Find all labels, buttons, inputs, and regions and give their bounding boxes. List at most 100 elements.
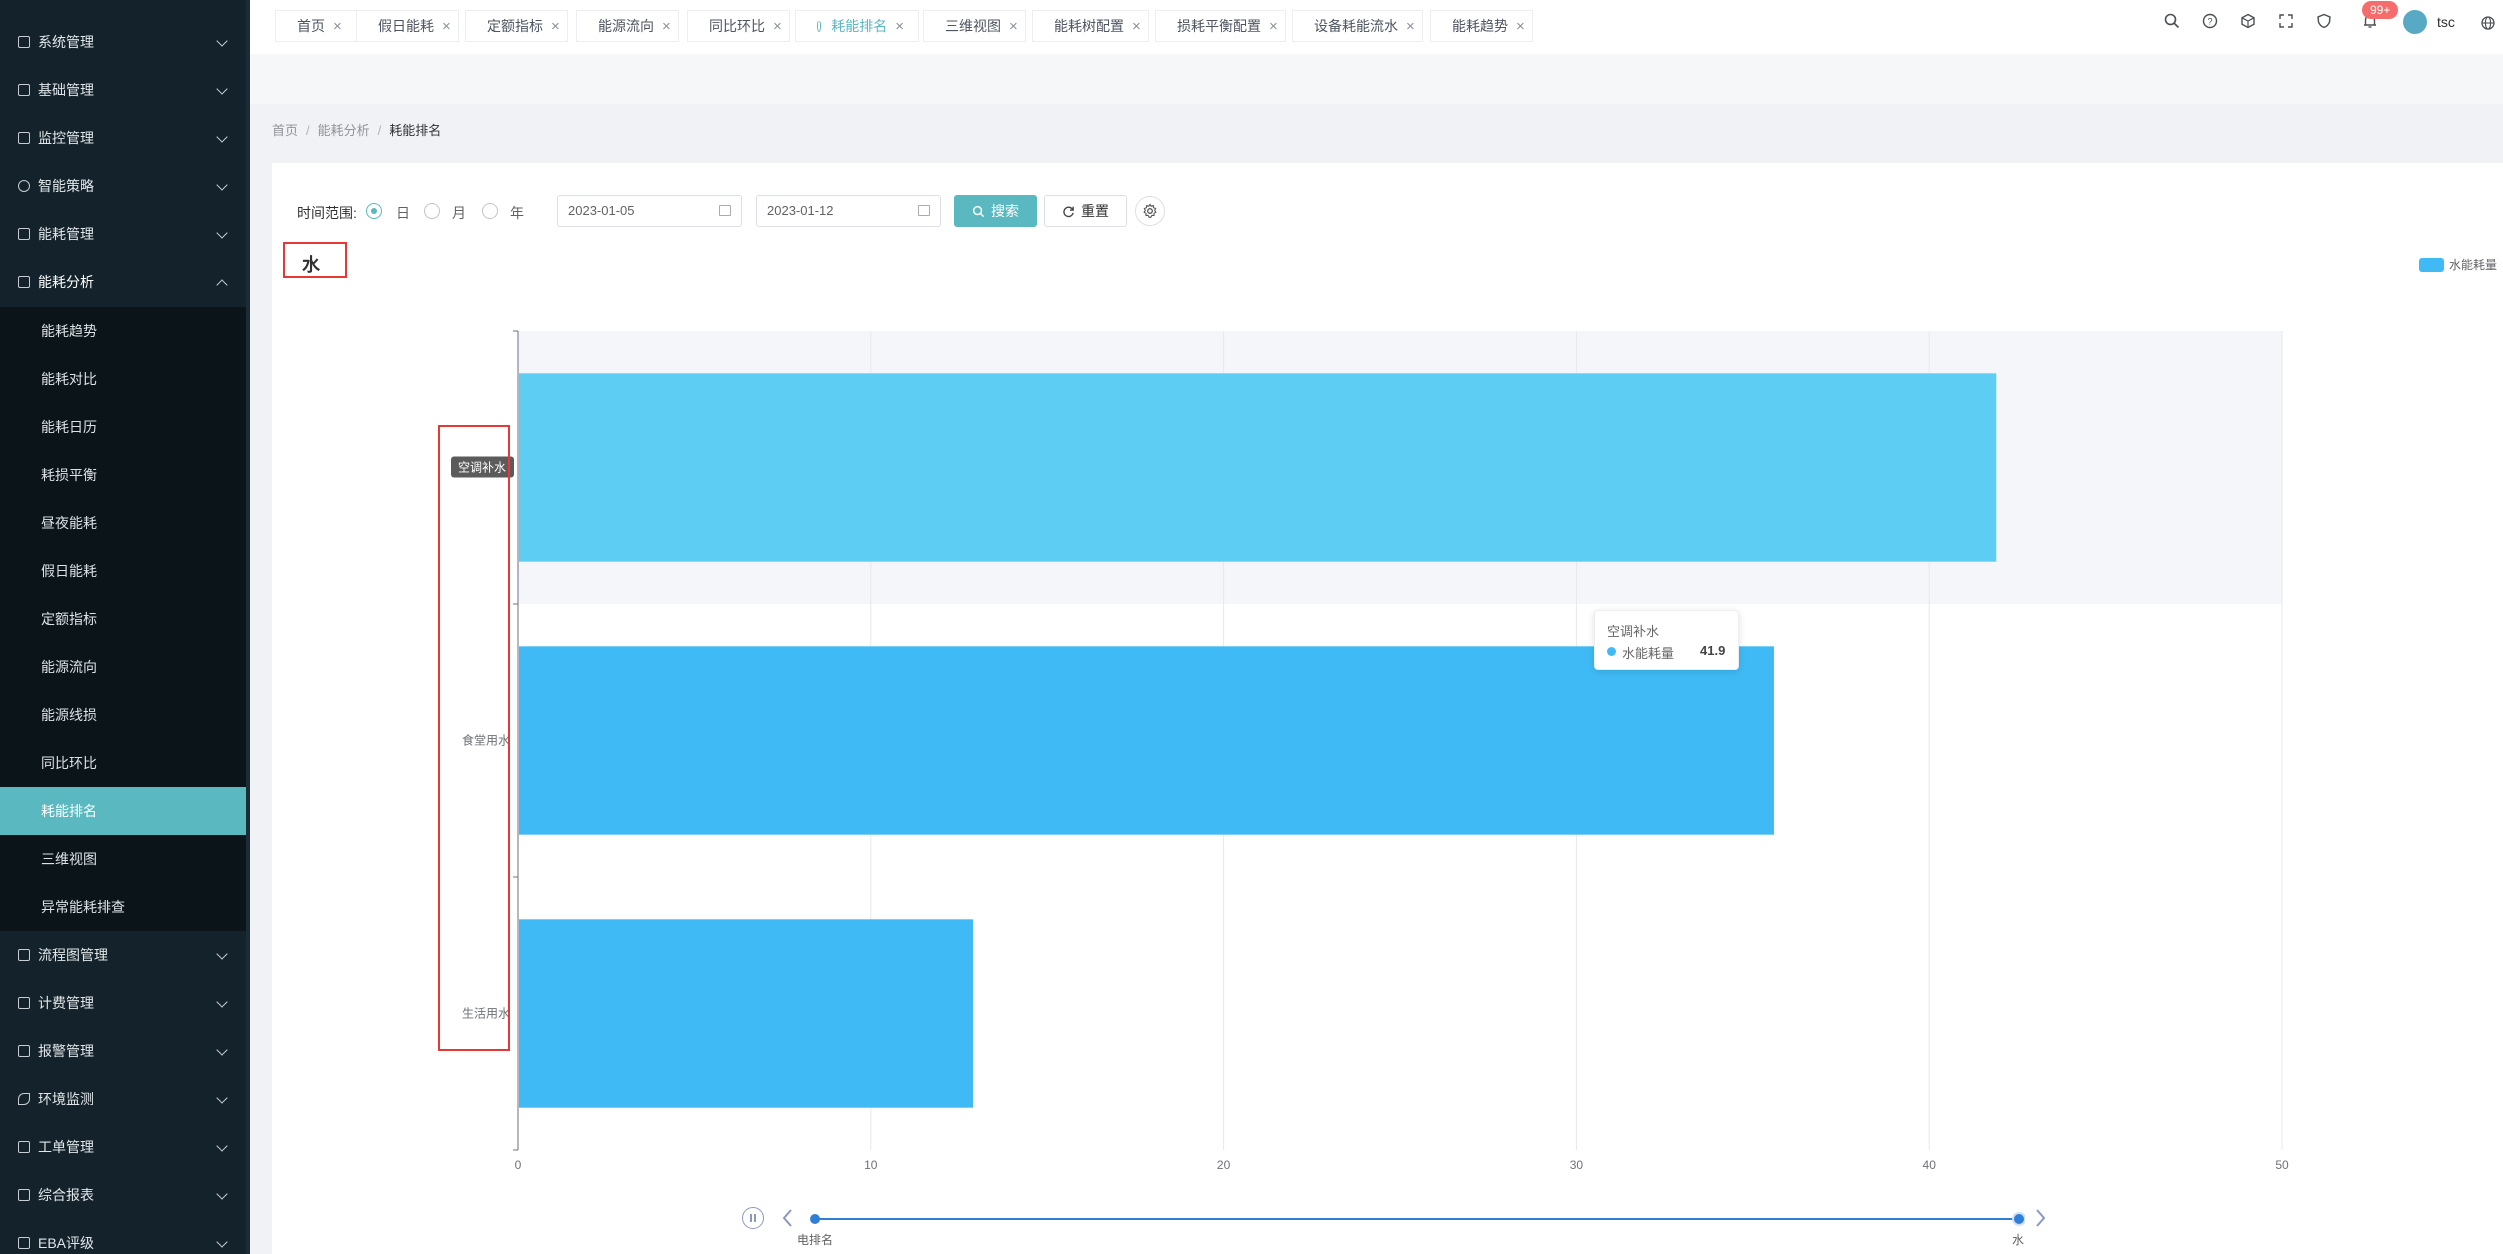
tab-3d-view[interactable]: 三维视图 × [923,10,1026,42]
sub-label: 耗能排名 [41,803,97,819]
menu-item-alarm[interactable]: 报警管理 [0,1027,246,1075]
start-date-value: 2023-01-05 [568,203,635,218]
close-icon[interactable]: × [1516,18,1525,35]
close-icon[interactable]: × [1132,18,1141,35]
radio-day[interactable] [366,203,382,219]
sidebar-item-ranking[interactable]: 耗能排名 [0,787,246,835]
sidebar-item-holiday[interactable]: 假日能耗 [0,547,246,595]
radio-day-label[interactable]: 日 [396,203,410,223]
close-icon[interactable]: × [1269,18,1278,35]
settings-button[interactable] [1135,196,1165,226]
tab-trend[interactable]: 能耗趋势 × [1430,10,1533,42]
sub-label: 假日能耗 [41,563,97,579]
help-icon[interactable]: ? [2201,12,2219,30]
timeline-prev-icon[interactable] [780,1206,796,1230]
sidebar-item-calendar[interactable]: 能耗日历 [0,403,246,451]
start-date-input[interactable]: 2023-01-05 [557,195,742,227]
tab-label: 设备耗能流水 [1314,18,1398,34]
sidebar-item-flow[interactable]: 能源流向 [0,643,246,691]
sub-label: 能耗趋势 [41,323,97,339]
avatar[interactable] [2403,10,2427,34]
radio-year-label[interactable]: 年 [510,203,524,223]
tab-holiday[interactable]: 假日能耗 × [356,10,459,42]
menu-label: 系统管理 [38,34,94,50]
menu-item-energy-mgmt[interactable]: 能耗管理 [0,210,246,258]
menu-label: 工单管理 [38,1139,94,1155]
tab-tree-config[interactable]: 能耗树配置 × [1032,10,1149,42]
sub-label: 能源流向 [41,659,97,675]
breadcrumb-analysis[interactable]: 能耗分析 [318,123,370,138]
chevron-down-icon [216,1236,228,1248]
sidebar-item-quota[interactable]: 定额指标 [0,595,246,643]
menu-item-energy-analysis[interactable]: 能耗分析 [0,258,246,306]
fullscreen-icon[interactable] [2277,12,2295,30]
sub-label: 能源线损 [41,707,97,723]
close-icon[interactable]: × [333,18,342,35]
breadcrumb-home[interactable]: 首页 [272,123,298,138]
eba-icon [18,1237,30,1249]
sidebar-item-line-loss[interactable]: 能源线损 [0,691,246,739]
sidebar: 系统管理 基础管理 监控管理 智能策略 能耗管理 能耗分析 能耗趋势 能耗对比 … [0,0,246,1254]
menu-label: 智能策略 [38,178,94,194]
menu-label: 基础管理 [38,82,94,98]
cube-icon[interactable] [2239,12,2257,30]
sidebar-item-yoy[interactable]: 同比环比 [0,739,246,787]
menu-item-monitor[interactable]: 监控管理 [0,114,246,162]
close-icon[interactable]: × [1009,18,1018,35]
close-icon[interactable]: × [442,18,451,35]
sidebar-item-compare[interactable]: 能耗对比 [0,355,246,403]
chevron-up-icon [216,279,228,291]
tab-balance-config[interactable]: 损耗平衡配置 × [1155,10,1286,42]
notification-badge: 99+ [2362,1,2399,19]
menu-item-billing[interactable]: 计费管理 [0,979,246,1027]
menu-item-basic[interactable]: 基础管理 [0,66,246,114]
tab-home[interactable]: 首页 × [275,10,368,42]
svg-text:?: ? [2207,17,2212,27]
search-button[interactable]: 搜索 [954,195,1037,227]
reset-button[interactable]: 重置 [1044,195,1127,227]
close-icon[interactable]: × [895,18,904,35]
language-globe-icon[interactable] [2480,15,2496,31]
close-icon[interactable]: × [1406,18,1415,35]
sidebar-item-3d-view[interactable]: 三维视图 [0,835,246,883]
username[interactable]: tsc [2437,14,2455,30]
chevron-down-icon [216,35,228,47]
menu-item-report[interactable]: 综合报表 [0,1171,246,1219]
menu-item-environment[interactable]: 环境监测 [0,1075,246,1123]
bulb-icon [18,180,30,192]
menu-label: 能耗管理 [38,226,94,242]
close-icon[interactable]: × [773,18,782,35]
sidebar-item-trend[interactable]: 能耗趋势 [0,307,246,355]
timeline-track[interactable] [805,1212,2025,1226]
end-date-input[interactable]: 2023-01-12 [756,195,941,227]
workorder-icon [18,1141,30,1153]
sidebar-item-day-night[interactable]: 昼夜能耗 [0,499,246,547]
tab-yoy[interactable]: 同比环比 × [687,10,790,42]
close-icon[interactable]: × [662,18,671,35]
chart-legend[interactable]: 水能耗量 [2419,256,2497,273]
menu-label: 计费管理 [38,995,94,1011]
radio-month-label[interactable]: 月 [452,203,466,223]
timeline-pause-button[interactable] [742,1207,764,1229]
tab-flow[interactable]: 能源流向 × [576,10,679,42]
timeline-next-icon[interactable] [2032,1206,2048,1230]
menu-label: 流程图管理 [38,947,108,963]
radio-year[interactable] [482,203,498,219]
chevron-down-icon [216,131,228,143]
close-icon[interactable]: × [551,18,560,35]
menu-item-flowchart[interactable]: 流程图管理 [0,931,246,979]
sidebar-item-balance[interactable]: 耗损平衡 [0,451,246,499]
radio-month[interactable] [424,203,440,219]
tab-quota[interactable]: 定额指标 × [465,10,568,42]
menu-item-workorder[interactable]: 工单管理 [0,1123,246,1171]
search-icon[interactable] [2163,12,2181,30]
tab-device-flow[interactable]: 设备耗能流水 × [1292,10,1423,42]
menu-item-system[interactable]: 系统管理 [0,18,246,66]
menu-item-eba[interactable]: EBA评级 [0,1219,246,1254]
menu-item-strategy[interactable]: 智能策略 [0,162,246,210]
sidebar-item-anomaly[interactable]: 异常能耗排查 [0,883,246,931]
tab-ranking[interactable]: 耗能排名 × [795,10,919,42]
timeline-start-label: 电排名 [797,1233,834,1247]
content-card [272,163,2503,1254]
shield-icon[interactable] [2315,12,2333,30]
